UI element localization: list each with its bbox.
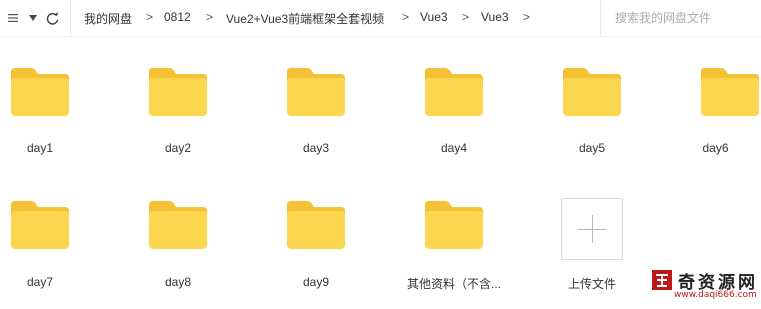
breadcrumb-item[interactable]: Vue2+Vue3前端框架全套视频 [226, 10, 384, 27]
menu-icon[interactable] [6, 9, 20, 27]
folder-item[interactable]: day2 [118, 66, 238, 176]
breadcrumb-item[interactable]: 0812 [164, 10, 191, 24]
breadcrumb: 我的网盘 > 0812 > Vue2+Vue3前端框架全套视频 > Vue3 >… [70, 0, 591, 36]
breadcrumb-separator: > [402, 10, 410, 24]
breadcrumb-item-current[interactable]: Vue3 [481, 10, 509, 24]
breadcrumb-separator: > [462, 10, 470, 24]
folder-item[interactable]: day8 [118, 199, 238, 309]
upload-file-button[interactable]: 上传文件 [532, 198, 652, 308]
folder-icon [11, 68, 69, 116]
folder-name: day2 [164, 141, 192, 155]
folder-name: day1 [26, 141, 54, 155]
folder-item[interactable]: day5 [532, 66, 652, 176]
breadcrumb-separator: > [206, 10, 214, 24]
folder-item[interactable]: day4 [394, 66, 514, 176]
upload-box[interactable] [561, 198, 623, 260]
folder-name: day5 [578, 141, 606, 155]
plus-icon [592, 215, 593, 243]
folder-item[interactable]: day7 [0, 199, 100, 309]
folder-name: 其他资料（不含... [406, 277, 501, 291]
breadcrumb-item[interactable]: 我的网盘 [84, 10, 132, 27]
folder-icon [11, 201, 69, 249]
folder-item[interactable]: day6 [670, 66, 761, 176]
site-watermark: 奇资源网 www.daqi666.com [648, 266, 761, 307]
folder-item[interactable]: day1 [0, 66, 100, 176]
folder-name: day3 [302, 141, 330, 155]
breadcrumb-separator: > [146, 10, 154, 24]
search-input[interactable] [615, 8, 755, 28]
folder-name: day4 [440, 141, 468, 155]
folder-icon [287, 201, 345, 249]
folder-name: day7 [26, 275, 54, 289]
folder-item[interactable]: day9 [256, 199, 376, 309]
folder-item[interactable]: day3 [256, 66, 376, 176]
folder-icon [563, 68, 621, 116]
logo-icon [652, 270, 672, 290]
top-toolbar: 我的网盘 > 0812 > Vue2+Vue3前端框架全套视频 > Vue3 >… [0, 0, 761, 37]
breadcrumb-item[interactable]: Vue3 [420, 10, 448, 24]
folder-icon [425, 68, 483, 116]
folder-icon [425, 201, 483, 249]
folder-name: day6 [702, 141, 729, 155]
folder-item[interactable]: 其他资料（不含... [394, 199, 514, 309]
hamburger-icon [8, 14, 18, 22]
folder-name: day8 [164, 275, 192, 289]
folder-icon [149, 68, 207, 116]
refresh-icon[interactable] [44, 9, 60, 27]
caret-down-icon[interactable] [26, 9, 40, 27]
search-box [600, 0, 761, 36]
watermark-url: www.daqi666.com [674, 290, 757, 300]
upload-label: 上传文件 [567, 277, 616, 291]
breadcrumb-separator: > [523, 10, 531, 24]
folder-name: day9 [302, 275, 330, 289]
folder-icon [701, 68, 759, 116]
folder-icon [287, 68, 345, 116]
folder-icon [149, 201, 207, 249]
